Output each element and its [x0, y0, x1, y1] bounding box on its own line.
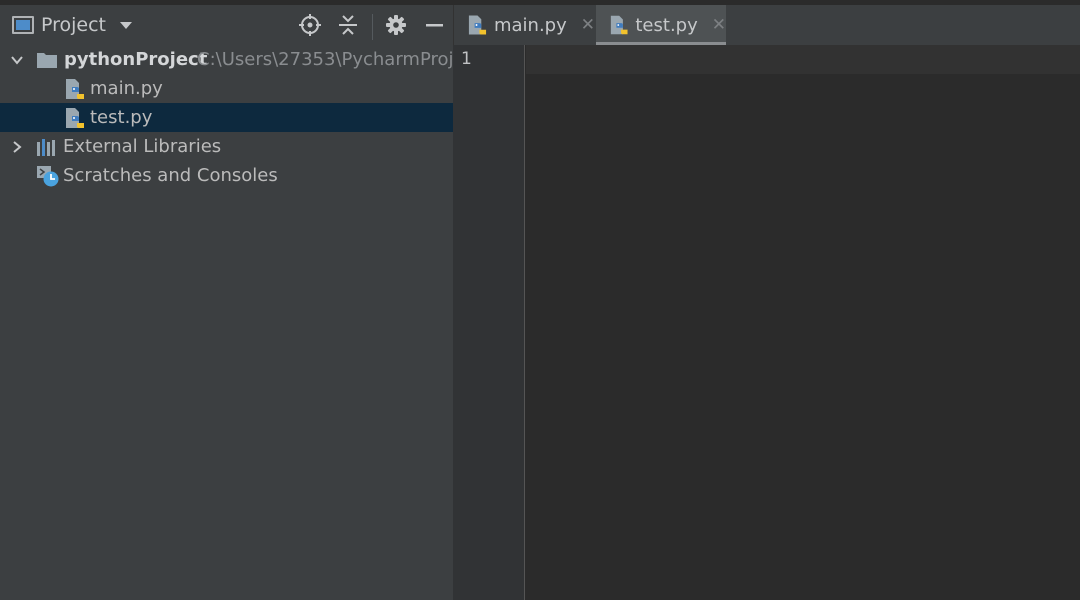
tree-item-test-py[interactable]: test.py	[0, 103, 453, 132]
library-icon	[37, 139, 55, 156]
current-line-highlight	[526, 45, 1080, 74]
close-icon[interactable]: ✕	[712, 15, 726, 35]
tree-item-label: Scratches and Consoles	[63, 165, 278, 186]
chevron-down-icon[interactable]	[120, 21, 133, 29]
tab-label: test.py	[635, 14, 698, 36]
editor-tab-bar: main.py ✕ test.py ✕	[453, 5, 1080, 45]
folder-icon	[37, 53, 57, 68]
project-panel-title: Project	[41, 14, 107, 36]
tree-item-main-py[interactable]: main.py	[0, 74, 453, 103]
close-icon[interactable]: ✕	[581, 15, 595, 35]
scratches-icon	[37, 166, 59, 187]
line-number: 1	[461, 49, 472, 69]
tree-item-label: main.py	[90, 78, 163, 99]
project-panel-header: Project	[0, 5, 453, 45]
toolbar-separator	[372, 14, 373, 40]
code-editor[interactable]: 1	[453, 45, 1080, 600]
project-view-selector[interactable]: Project	[12, 13, 133, 37]
chevron-right-icon[interactable]	[10, 140, 24, 154]
python-file-icon	[66, 108, 84, 128]
tree-item-scratches[interactable]: Scratches and Consoles	[0, 161, 453, 190]
python-file-icon	[66, 79, 84, 99]
tree-item-project-root[interactable]: pythonProject C:\Users\27353\PycharmProj…	[0, 45, 453, 74]
project-root-label: pythonProject	[64, 49, 208, 70]
tree-item-external-libraries[interactable]: External Libraries	[0, 132, 453, 161]
tab-test-py[interactable]: test.py ✕	[596, 5, 726, 45]
line-number-gutter: 1	[453, 45, 525, 600]
python-file-icon	[610, 15, 628, 35]
collapse-all-icon[interactable]	[336, 13, 360, 37]
tree-item-label: External Libraries	[63, 136, 222, 157]
tab-main-py[interactable]: main.py ✕	[467, 5, 595, 45]
project-window-icon	[12, 16, 34, 34]
chevron-down-icon[interactable]	[10, 53, 24, 67]
python-file-icon	[468, 15, 487, 35]
gear-icon[interactable]	[384, 13, 408, 37]
project-root-path: C:\Users\27353\PycharmProjec	[197, 49, 453, 70]
tree-item-label: test.py	[90, 107, 153, 128]
tab-label: main.py	[493, 14, 567, 36]
crosshair-icon[interactable]	[298, 13, 322, 37]
minus-icon[interactable]	[422, 13, 446, 37]
project-tool-window: Project pythonProject C:\Users\27353\Pyc…	[0, 5, 453, 600]
